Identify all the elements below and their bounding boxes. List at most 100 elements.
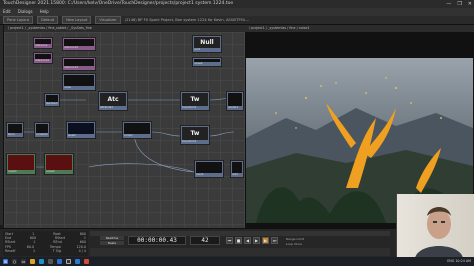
node-viewer xyxy=(228,93,242,106)
node-label: transform2 xyxy=(182,140,197,143)
field-value[interactable]: 1 xyxy=(33,249,35,253)
edge-icon[interactable] xyxy=(39,259,44,264)
taskview-icon[interactable]: ▭ xyxy=(21,259,26,264)
node-viewer xyxy=(68,123,94,134)
new-layout-button[interactable]: New Layout xyxy=(62,16,92,24)
node-attribute1[interactable]: Atc attribute1 xyxy=(98,91,128,111)
start-icon[interactable]: ⊞ xyxy=(3,259,8,264)
explorer-icon[interactable] xyxy=(30,259,35,264)
minimize-button[interactable]: — xyxy=(446,1,451,7)
node-comp1[interactable]: comp1 xyxy=(122,121,152,139)
menu-dialogs[interactable]: Dialogs xyxy=(18,8,33,16)
pane-layout-button[interactable]: Pane Layout xyxy=(3,16,34,24)
node-label: transform1 xyxy=(182,106,197,109)
time-row: Resetf 1 T Sig 4 / 4 xyxy=(5,249,86,253)
node-render1[interactable]: render1 xyxy=(226,91,244,111)
store-icon[interactable] xyxy=(48,259,53,264)
skip-back-icon[interactable]: ⏮ xyxy=(226,237,233,244)
node-label: null1 xyxy=(194,48,201,51)
range-bar[interactable] xyxy=(90,248,390,256)
node-over1[interactable]: over1 xyxy=(194,160,224,178)
loop-select[interactable]: Loop Once xyxy=(286,242,302,246)
node-label: over1 xyxy=(196,173,204,176)
node-reference1[interactable]: reference1 xyxy=(33,52,53,64)
node-viewer xyxy=(46,95,58,102)
default-layout-button[interactable]: Default xyxy=(37,16,59,24)
node-reference3[interactable]: reference3 xyxy=(62,57,96,71)
node-transform2[interactable]: Tw transform2 xyxy=(180,125,210,145)
touchdesigner-icon[interactable] xyxy=(66,259,71,264)
range-limit-label: Range Limit xyxy=(286,237,304,241)
node-noise[interactable]: noise xyxy=(62,73,96,91)
menu-help[interactable]: Help xyxy=(40,8,49,16)
node-blur1[interactable]: blur1 xyxy=(6,122,24,138)
menu-bar: Edit Dialogs Help xyxy=(0,8,474,16)
node-viewer xyxy=(196,162,222,173)
taskbar: ⊞ ○ ▭ ENG 10:24 AM xyxy=(0,257,474,266)
project-info: (2146) BP FX Spark Project, Ban system 1… xyxy=(124,17,249,22)
node-feedback[interactable]: feedback xyxy=(44,93,60,107)
vscode-icon[interactable] xyxy=(75,259,80,264)
node-viewer xyxy=(64,39,94,46)
webcam-overlay xyxy=(396,194,474,258)
node-viewer xyxy=(124,123,150,134)
node-label: level2 xyxy=(68,134,76,137)
viewer-path-bar[interactable]: / project1 / _systemlas / fine / noise1 xyxy=(245,25,474,32)
node-viewer xyxy=(36,124,48,133)
node-noise4[interactable]: noise4 xyxy=(44,153,74,175)
step-back-icon[interactable]: ◀ xyxy=(244,237,251,244)
node-viewer xyxy=(64,59,94,66)
skip-forward-icon[interactable]: ⏭ xyxy=(271,237,278,244)
node-label: noise4 xyxy=(46,170,55,173)
node-label: feedback xyxy=(46,102,58,105)
beats-toggle[interactable]: Beats xyxy=(100,241,124,245)
toolbar: Pane Layout Default New Layout Visualize… xyxy=(0,16,474,25)
node-viewer xyxy=(8,155,34,170)
node-type-label: Tw xyxy=(182,93,208,106)
node-label: render1 xyxy=(228,106,239,109)
person-image xyxy=(415,207,463,258)
maximize-button[interactable]: ❐ xyxy=(457,1,461,7)
menu-edit[interactable]: Edit xyxy=(3,8,11,16)
frame-display[interactable]: 42 xyxy=(190,236,220,245)
node-out1[interactable]: out1 xyxy=(230,160,244,178)
node-noise3[interactable]: noise3 xyxy=(6,153,36,175)
node-null1[interactable]: Null null1 xyxy=(192,35,222,53)
chrome-icon[interactable] xyxy=(84,259,89,264)
search-icon[interactable]: ○ xyxy=(12,259,17,264)
node-label: noise xyxy=(64,86,71,89)
node-label: reference3 xyxy=(64,66,79,69)
node-label: out1 xyxy=(232,173,238,176)
node-constant1[interactable]: constant1 xyxy=(34,122,50,138)
stop-icon[interactable]: ■ xyxy=(235,237,242,244)
node-type-label: Tw xyxy=(182,127,208,140)
realtime-toggle[interactable]: Realtime xyxy=(100,236,124,240)
window-title: TouchDesigner 2021.15800: C:/Users/kelv/… xyxy=(3,1,234,6)
network-path-bar[interactable]: / project1 / _systemlas / fine_soblet / … xyxy=(4,25,245,32)
time-settings: Start 1 Root 600 End 600 RStart 1 RStart 1 REnd 6… xyxy=(3,231,88,256)
node-reference2[interactable]: reference2 xyxy=(62,37,96,51)
node-viewer xyxy=(46,155,72,170)
field-value[interactable]: 4 / 4 xyxy=(79,249,86,253)
system-tray[interactable]: ENG 10:24 AM xyxy=(447,257,471,266)
node-reference[interactable]: reference xyxy=(33,37,53,49)
window-title-bar: TouchDesigner 2021.15800: C:/Users/kelv/… xyxy=(0,0,474,8)
node-label: noise2 xyxy=(194,62,203,65)
node-label: constant1 xyxy=(36,133,48,136)
node-label: reference2 xyxy=(64,46,79,49)
visualizer-button[interactable]: Visualizer xyxy=(95,16,121,24)
node-viewer xyxy=(8,124,22,133)
node-type-label: Atc xyxy=(100,93,126,106)
node-label: reference1 xyxy=(35,59,50,62)
close-button[interactable]: ✕ xyxy=(468,1,472,7)
step-forward-icon[interactable]: ▶ xyxy=(262,237,269,244)
node-transform1[interactable]: Tw transform1 xyxy=(180,91,210,111)
timeline[interactable]: Realtime Beats 00:00:00.43 42 ⏮ ■ ◀ ▶ ▶ … xyxy=(90,231,390,256)
timecode-display[interactable]: 00:00:00.43 xyxy=(128,236,186,245)
play-icon[interactable]: ▶ xyxy=(253,237,260,244)
node-label: reference xyxy=(35,44,48,47)
mail-icon[interactable] xyxy=(57,259,62,264)
network-editor[interactable]: / project1 / _systemlas / fine_soblet / … xyxy=(4,25,245,228)
node-level2[interactable]: level2 xyxy=(66,121,96,139)
node-noise2[interactable]: noise2 xyxy=(192,57,222,67)
